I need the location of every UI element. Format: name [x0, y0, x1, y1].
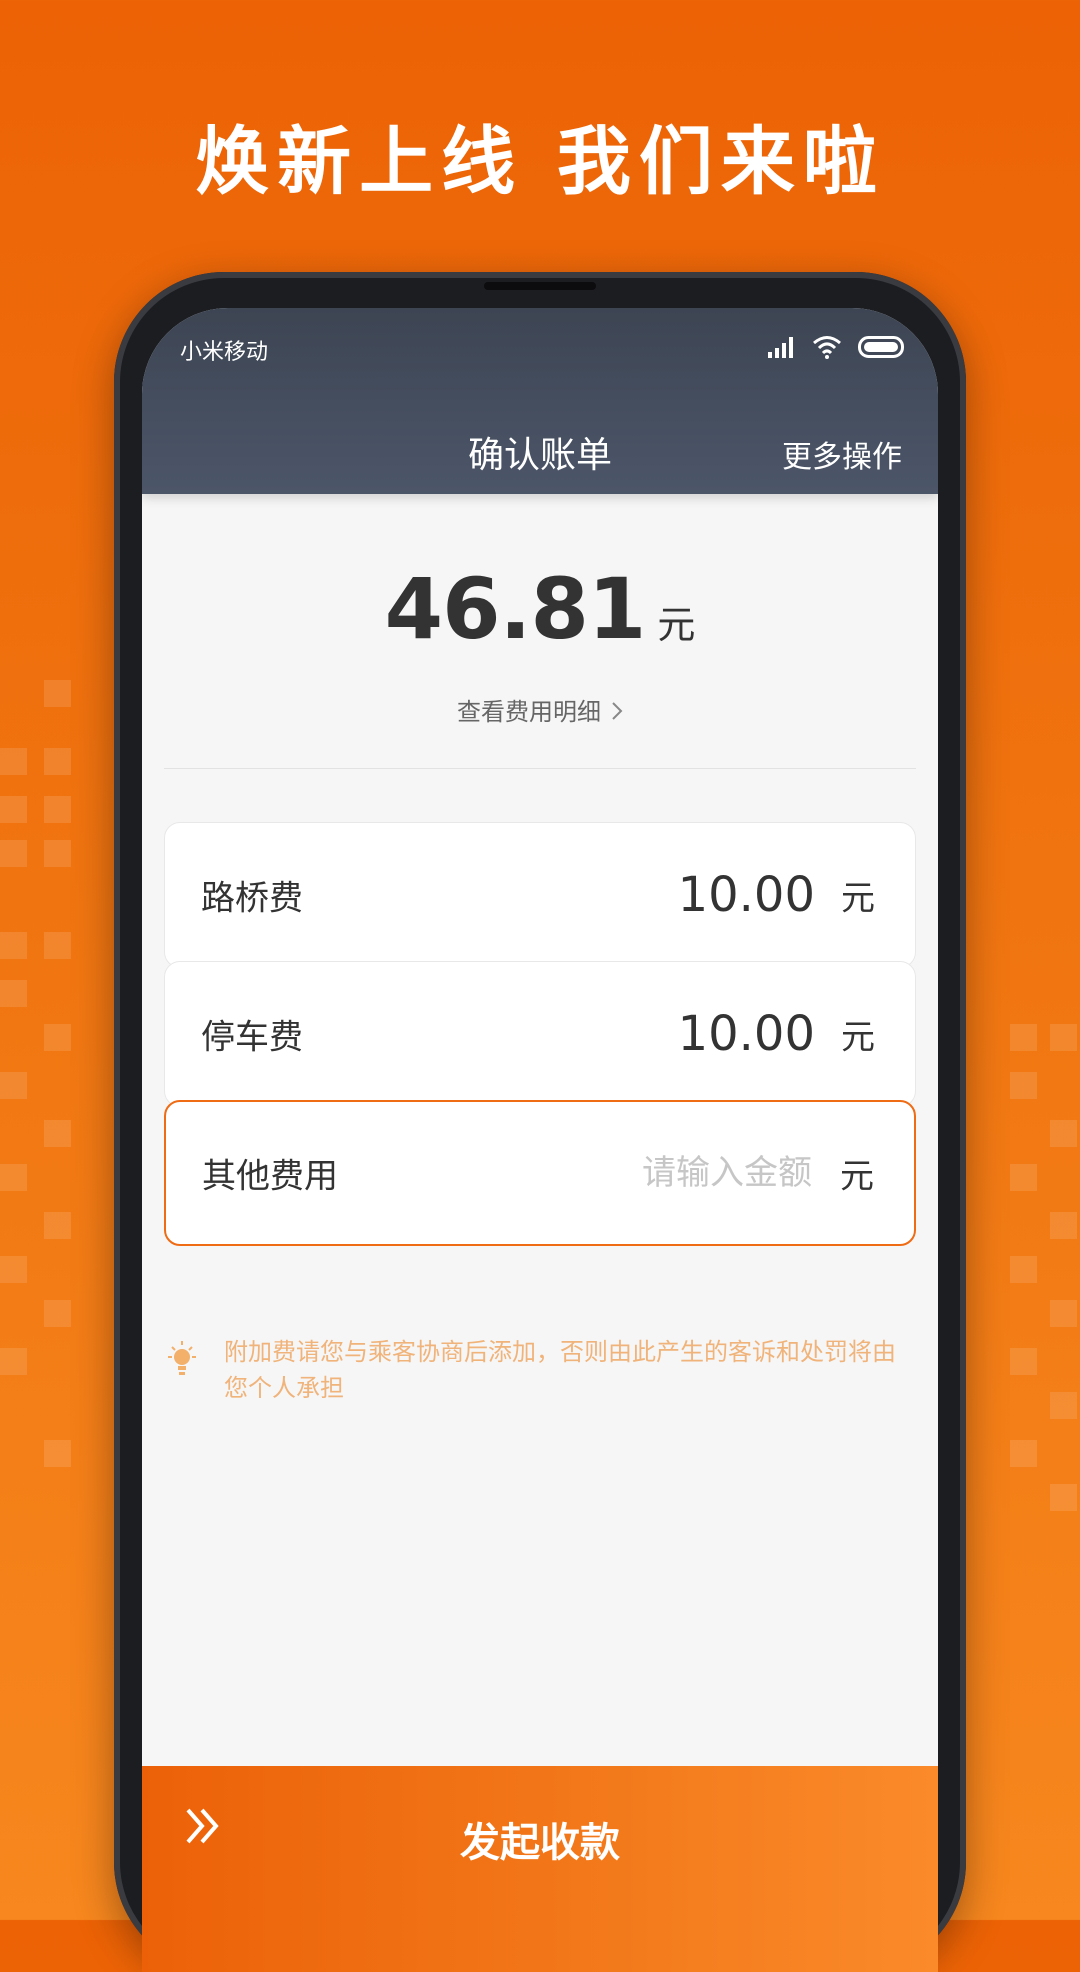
fee-unit: 元 [841, 1017, 875, 1058]
status-icons [768, 332, 904, 362]
app-header: 小米移动 确认账单 更多操作 [142, 308, 938, 494]
more-actions-button[interactable]: 更多操作 [782, 432, 902, 476]
total-amount-value: 46.81 [384, 560, 647, 658]
view-fee-details-link[interactable]: 查看费用明细 [142, 692, 938, 727]
fee-label: 其他费用 [202, 1156, 338, 1197]
fee-value: 10.00 [677, 1006, 815, 1062]
divider [164, 768, 916, 769]
fee-label: 路桥费 [201, 878, 303, 919]
battery-icon [858, 336, 904, 358]
total-amount-unit: 元 [657, 603, 696, 647]
phone-frame: 小米移动 确认账单 更多操作 46.81 元 查看费用明细 路桥费 10.00 … [114, 272, 966, 1972]
total-amount: 46.81 元 [142, 560, 938, 658]
fee-value: 10.00 [677, 867, 815, 923]
carrier-name: 小米移动 [180, 340, 269, 365]
view-fee-details-label: 查看费用明细 [457, 698, 601, 726]
initiate-payment-label: 发起收款 [460, 1820, 620, 1866]
fee-row-parking[interactable]: 停车费 10.00 元 [164, 961, 916, 1107]
phone-screen: 小米移动 确认账单 更多操作 46.81 元 查看费用明细 路桥费 10.00 … [142, 308, 938, 1972]
other-fee-input[interactable] [550, 1152, 814, 1194]
fee-label: 停车费 [201, 1017, 303, 1058]
wifi-icon [813, 336, 841, 359]
promo-headline: 焕新上线 我们来啦 [195, 119, 885, 205]
initiate-payment-button[interactable]: 发起收款 [142, 1766, 938, 1972]
chevron-right-icon [611, 699, 623, 727]
fee-row-other[interactable]: 其他费用 元 [164, 1100, 916, 1246]
fee-unit: 元 [841, 878, 875, 919]
lightbulb-icon [164, 1340, 200, 1384]
fee-unit: 元 [840, 1156, 874, 1197]
phone-speaker [484, 282, 596, 290]
fee-row-toll[interactable]: 路桥费 10.00 元 [164, 822, 916, 968]
notice-text: 附加费请您与乘客协商后添加，否则由此产生的客诉和处罚将由您个人承担 [224, 1338, 896, 1402]
signal-icon [768, 337, 793, 358]
